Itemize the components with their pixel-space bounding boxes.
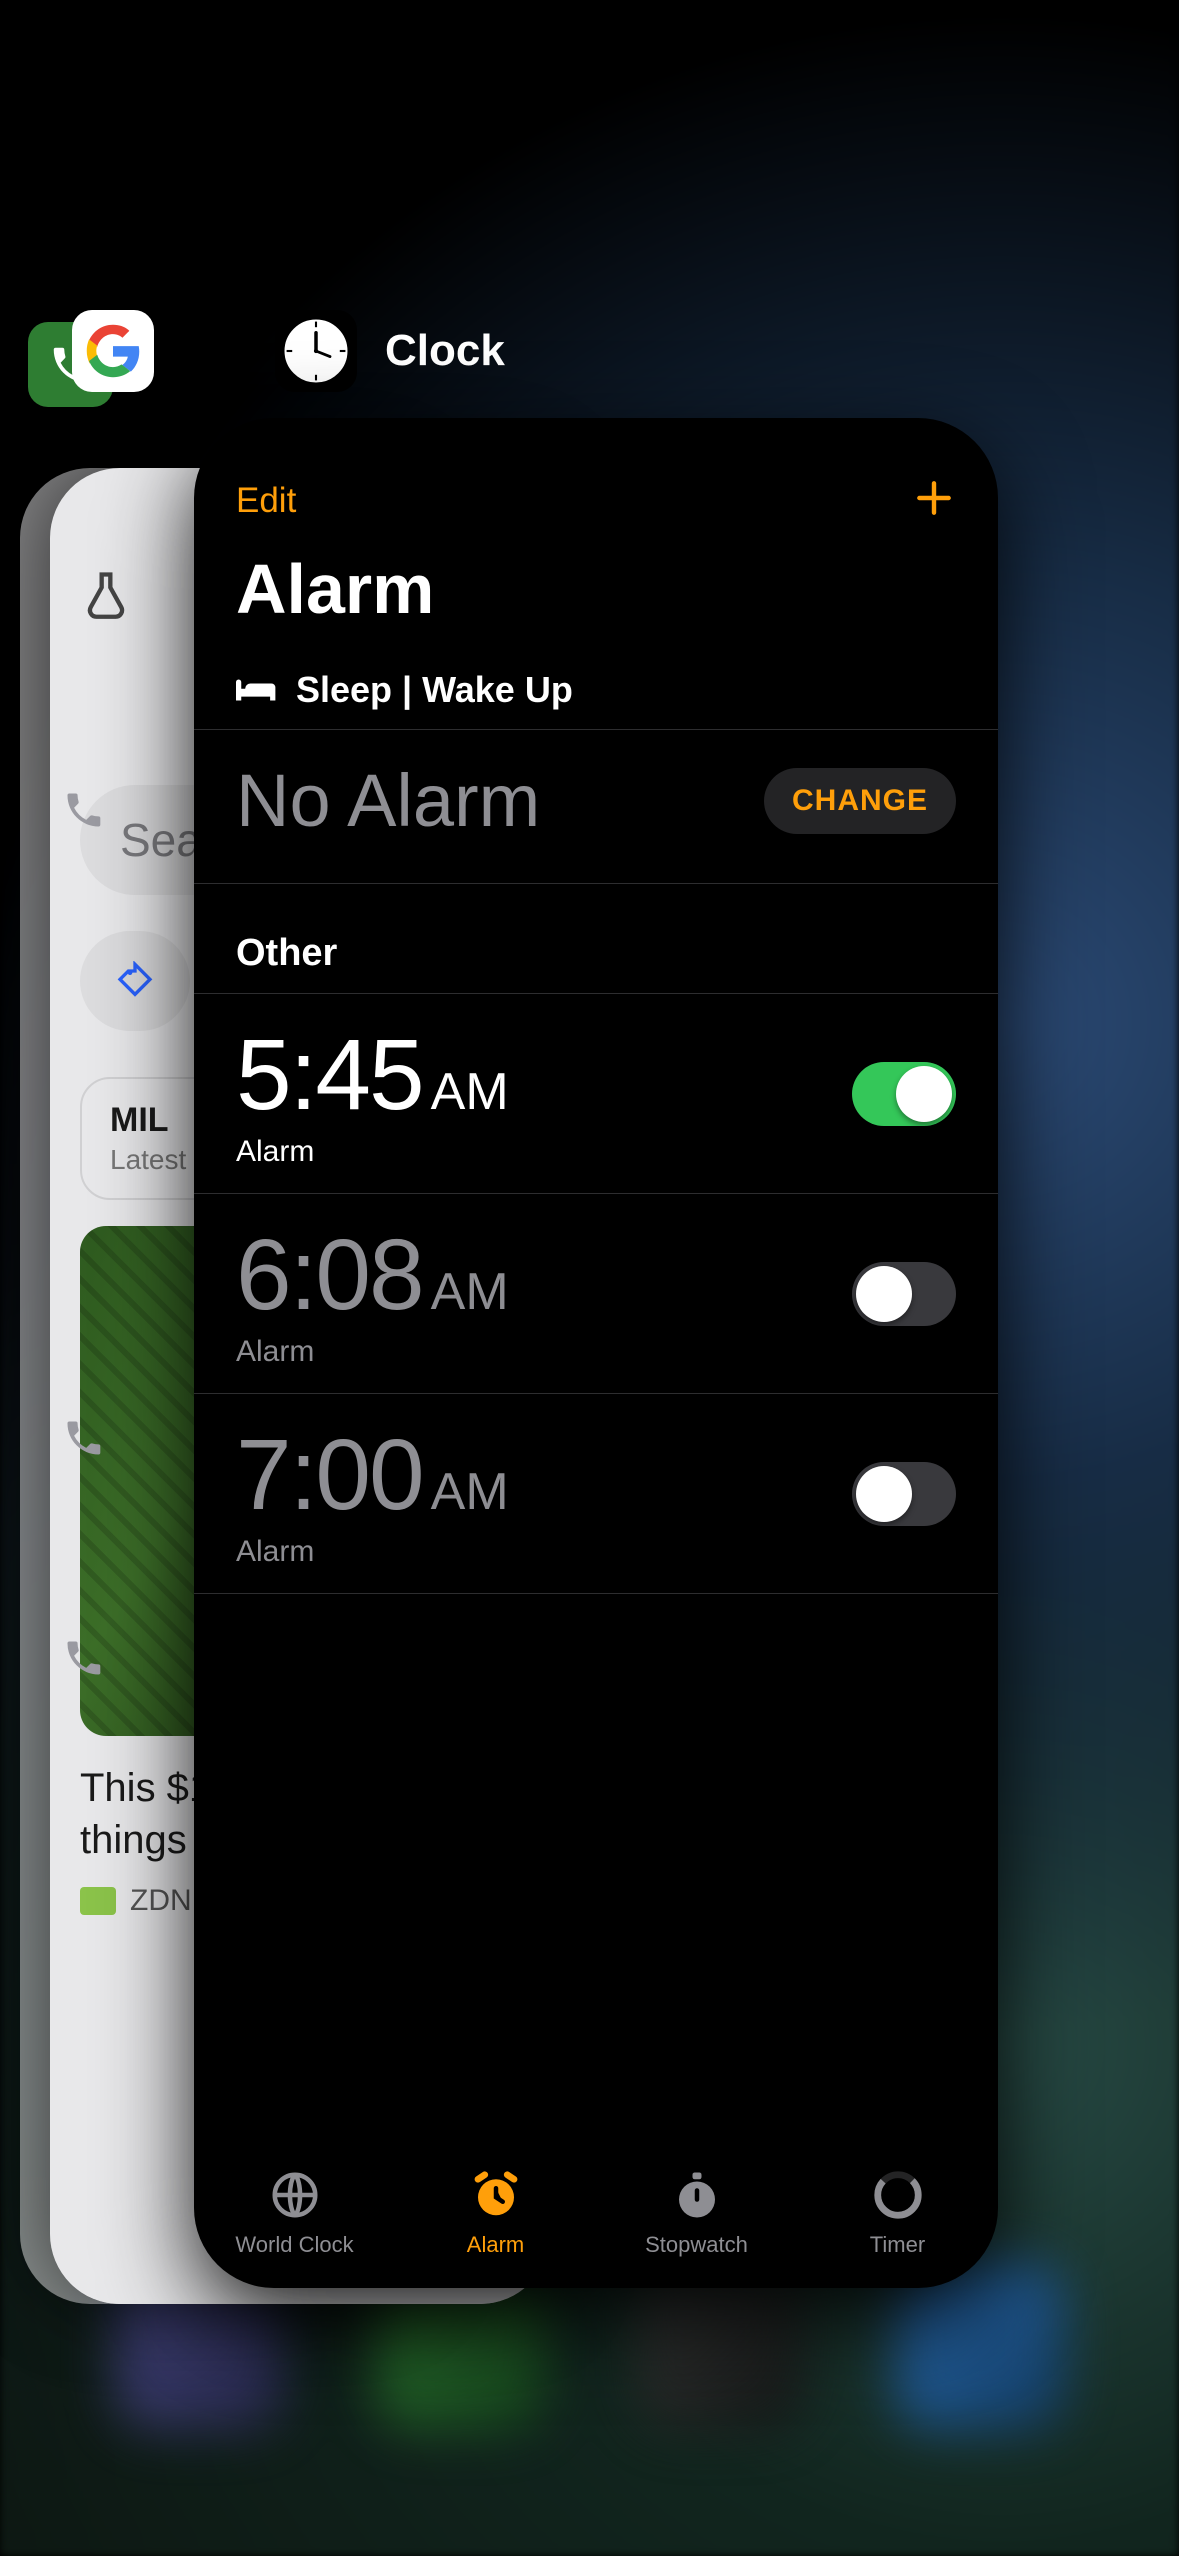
alarm-toggle[interactable]	[852, 1262, 956, 1326]
sleep-alarm-status: No Alarm	[236, 758, 540, 843]
alarm-ampm: AM	[431, 1062, 509, 1122]
clock-tab-bar: World Clock Alarm Stopwatch Timer	[194, 2108, 998, 2288]
alarm-time: 5:45	[236, 1018, 423, 1133]
alarm-row[interactable]: 6:08AM Alarm	[194, 1194, 998, 1393]
change-sleep-button[interactable]: CHANGE	[764, 768, 956, 834]
alarm-toggle[interactable]	[852, 1462, 956, 1526]
labs-icon	[80, 568, 132, 620]
alarm-ampm: AM	[431, 1462, 509, 1522]
alarm-toggle[interactable]	[852, 1062, 956, 1126]
tab-world-clock[interactable]: World Clock	[194, 2108, 395, 2258]
alarm-row[interactable]: 7:00AM Alarm	[194, 1394, 998, 1593]
tab-timer[interactable]: Timer	[797, 2108, 998, 2258]
sleep-alarm-row: No Alarm CHANGE	[194, 730, 998, 883]
google-header	[72, 310, 154, 392]
phone-mini-icon	[62, 1416, 106, 1460]
alarm-label: Alarm	[236, 1535, 509, 1569]
clock-app-label: Clock	[385, 326, 505, 376]
timer-icon	[871, 2168, 925, 2222]
alarm-time: 7:00	[236, 1418, 423, 1533]
alarm-icon	[469, 2168, 523, 2222]
tab-stopwatch[interactable]: Stopwatch	[596, 2108, 797, 2258]
google-app-icon[interactable]	[72, 310, 154, 392]
alarm-row[interactable]: 5:45AM Alarm	[194, 994, 998, 1193]
phone-mini-icon	[62, 788, 106, 832]
page-title: Alarm	[194, 525, 998, 669]
alarm-label: Alarm	[236, 1335, 509, 1369]
phone-mini-icon	[62, 1636, 106, 1680]
clock-app-icon[interactable]	[275, 310, 357, 392]
alarm-ampm: AM	[431, 1262, 509, 1322]
add-alarm-button[interactable]	[912, 476, 956, 525]
alarm-time: 6:08	[236, 1218, 423, 1333]
tab-alarm[interactable]: Alarm	[395, 2108, 596, 2258]
stopwatch-icon	[670, 2168, 724, 2222]
clock-header: Clock	[275, 310, 505, 392]
other-section-header: Other	[194, 884, 998, 993]
bed-icon	[236, 674, 278, 706]
plus-icon	[912, 476, 956, 520]
switcher-card-clock[interactable]: Edit Alarm Sleep | Wake Up No Alarm CHAN…	[194, 418, 998, 2288]
sleep-section-header: Sleep | Wake Up	[194, 669, 998, 729]
google-offer-chip[interactable]	[80, 931, 190, 1031]
globe-icon	[268, 2168, 322, 2222]
alarm-label: Alarm	[236, 1135, 509, 1169]
edit-button[interactable]: Edit	[236, 481, 296, 521]
